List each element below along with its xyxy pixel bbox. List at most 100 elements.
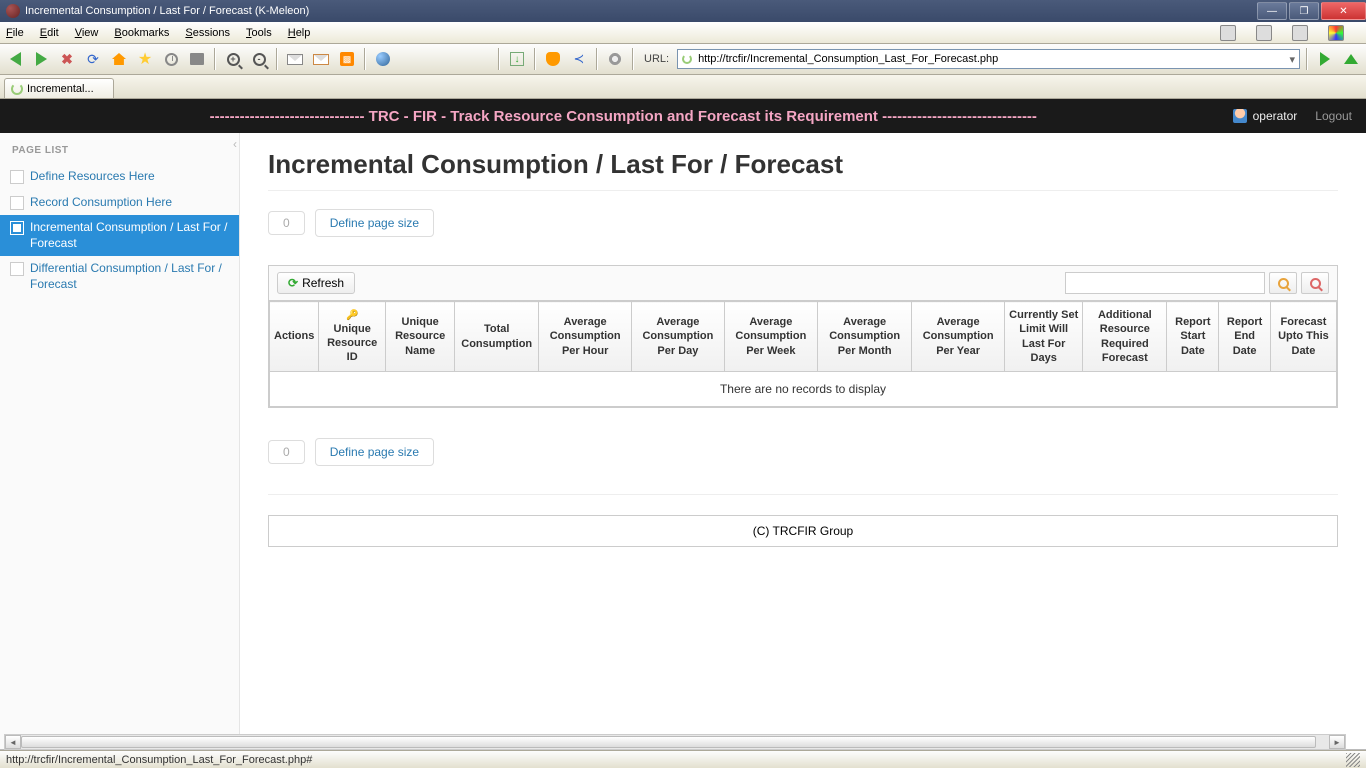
page-title: Incremental Consumption / Last For / For… [268, 149, 1338, 180]
minimize-button[interactable]: — [1257, 2, 1287, 20]
sidebar-item-differential[interactable]: Differential Consumption / Last For / Fo… [0, 256, 239, 297]
nav-back-button[interactable] [4, 48, 26, 70]
table-header-row: Actions 🔑Unique Resource ID Unique Resou… [270, 302, 1337, 372]
scroll-right-button[interactable]: ► [1329, 735, 1345, 749]
advanced-search-icon [1310, 278, 1321, 289]
browser-tab[interactable]: Incremental... [4, 78, 114, 98]
col-avg-day[interactable]: Average Consumption Per Day [632, 302, 724, 372]
home-button[interactable] [108, 48, 130, 70]
web-button[interactable] [372, 48, 394, 70]
sidebar-item-incremental[interactable]: Incremental Consumption / Last For / For… [0, 215, 239, 256]
app-icon [6, 4, 20, 18]
reload-button[interactable]: ⟳ [82, 48, 104, 70]
page-icon [10, 262, 24, 276]
menu-bar: File Edit View Bookmarks Sessions Tools … [0, 22, 1366, 44]
banner-text: ------------------------------- TRC - FI… [14, 108, 1233, 125]
record-count-bottom: 0 [268, 440, 305, 464]
status-bar: http://trcfir/Incremental_Consumption_La… [0, 750, 1366, 768]
search-input[interactable] [1065, 272, 1265, 294]
define-page-size-top[interactable]: Define page size [315, 209, 434, 237]
col-forecast[interactable]: Additional Resource Required Forecast [1083, 302, 1167, 372]
tab-label: Incremental... [27, 83, 94, 95]
url-input[interactable]: http://trcfir/Incremental_Consumption_La… [677, 49, 1300, 69]
content-area: Incremental Consumption / Last For / For… [240, 133, 1366, 749]
col-avg-year[interactable]: Average Consumption Per Year [912, 302, 1005, 372]
refresh-button[interactable]: ⟳ Refresh [277, 272, 355, 294]
menu-view[interactable]: View [75, 27, 99, 39]
close-button[interactable]: ✕ [1321, 2, 1366, 20]
sidebar: ‹ PAGE LIST Define Resources Here Record… [0, 133, 240, 749]
col-end-date[interactable]: Report End Date [1219, 302, 1270, 372]
save-session-icon[interactable] [1256, 25, 1272, 41]
upload-button[interactable] [1340, 48, 1362, 70]
search-button[interactable] [1269, 272, 1297, 294]
data-table-container: ⟳ Refresh Actions 🔑Unique Resource ID Un… [268, 265, 1338, 408]
col-limit-days[interactable]: Currently Set Limit Will Last For Days [1005, 302, 1083, 372]
page-icon [10, 221, 24, 235]
nav-forward-button[interactable] [30, 48, 52, 70]
url-value: http://trcfir/Incremental_Consumption_La… [698, 53, 998, 65]
history-button[interactable] [160, 48, 182, 70]
define-page-size-bottom[interactable]: Define page size [315, 438, 434, 466]
page-icon [10, 170, 24, 184]
debug-button[interactable] [542, 48, 564, 70]
plugin-icon[interactable] [1328, 25, 1344, 41]
menu-sessions[interactable]: Sessions [185, 27, 230, 39]
menu-bookmarks[interactable]: Bookmarks [114, 27, 169, 39]
menu-file[interactable]: File [6, 27, 24, 39]
col-avg-month[interactable]: Average Consumption Per Month [818, 302, 912, 372]
rss-button[interactable]: ▩ [336, 48, 358, 70]
url-label: URL: [644, 53, 669, 65]
sessions-icon[interactable] [1292, 25, 1308, 41]
col-resource-id[interactable]: 🔑Unique Resource ID [319, 302, 386, 372]
logout-link[interactable]: Logout [1315, 109, 1352, 123]
restore-session-icon[interactable] [1220, 25, 1236, 41]
horizontal-scrollbar[interactable]: ◄ ► [4, 734, 1346, 750]
bookmark-button[interactable]: ★ [134, 48, 156, 70]
stop-button[interactable]: ✖ [56, 48, 78, 70]
app-banner: ------------------------------- TRC - FI… [0, 99, 1366, 133]
window-title: Incremental Consumption / Last For / For… [25, 5, 309, 17]
sidebar-item-label: Record Consumption Here [30, 195, 172, 211]
col-avg-week[interactable]: Average Consumption Per Week [724, 302, 818, 372]
sidebar-header: PAGE LIST [0, 133, 239, 164]
menu-help[interactable]: Help [288, 27, 311, 39]
sidebar-item-define-resources[interactable]: Define Resources Here [0, 164, 239, 190]
sidebar-item-label: Define Resources Here [30, 169, 155, 185]
loading-spinner-icon [682, 54, 692, 64]
status-text: http://trcfir/Incremental_Consumption_La… [6, 754, 312, 766]
scroll-left-button[interactable]: ◄ [5, 735, 21, 749]
scroll-thumb[interactable] [21, 736, 1316, 748]
settings-button[interactable] [604, 48, 626, 70]
print-button[interactable] [186, 48, 208, 70]
divider [268, 494, 1338, 495]
resize-grip[interactable] [1346, 753, 1360, 767]
col-actions[interactable]: Actions [270, 302, 319, 372]
download-button[interactable] [506, 48, 528, 70]
col-resource-name[interactable]: Unique Resource Name [386, 302, 455, 372]
sidebar-item-record-consumption[interactable]: Record Consumption Here [0, 190, 239, 216]
record-count-top: 0 [268, 211, 305, 235]
mail-button[interactable] [284, 48, 306, 70]
zoom-in-button[interactable]: + [222, 48, 244, 70]
col-total-consumption[interactable]: Total Consumption [455, 302, 539, 372]
toolbar: ✖ ⟳ ★ + - ▩ ≺ URL: http://trcfir/Increme… [0, 44, 1366, 75]
go-button[interactable] [1314, 48, 1336, 70]
sidebar-collapse-button[interactable]: ‹ [233, 137, 237, 151]
refresh-icon: ⟳ [288, 276, 298, 290]
no-records-message: There are no records to display [269, 372, 1337, 407]
col-start-date[interactable]: Report Start Date [1167, 302, 1219, 372]
search-icon [1278, 278, 1289, 289]
share-button[interactable]: ≺ [568, 48, 590, 70]
compose-button[interactable] [310, 48, 332, 70]
menu-edit[interactable]: Edit [40, 27, 59, 39]
sidebar-item-label: Incremental Consumption / Last For / For… [30, 220, 229, 251]
url-dropdown-icon[interactable]: ▾ [1289, 53, 1295, 66]
zoom-out-button[interactable]: - [248, 48, 270, 70]
col-avg-hour[interactable]: Average Consumption Per Hour [539, 302, 632, 372]
maximize-button[interactable]: ❐ [1289, 2, 1319, 20]
col-upto-date[interactable]: Forecast Upto This Date [1270, 302, 1336, 372]
advanced-search-button[interactable] [1301, 272, 1329, 294]
user-name: operator [1253, 109, 1298, 123]
menu-tools[interactable]: Tools [246, 27, 272, 39]
